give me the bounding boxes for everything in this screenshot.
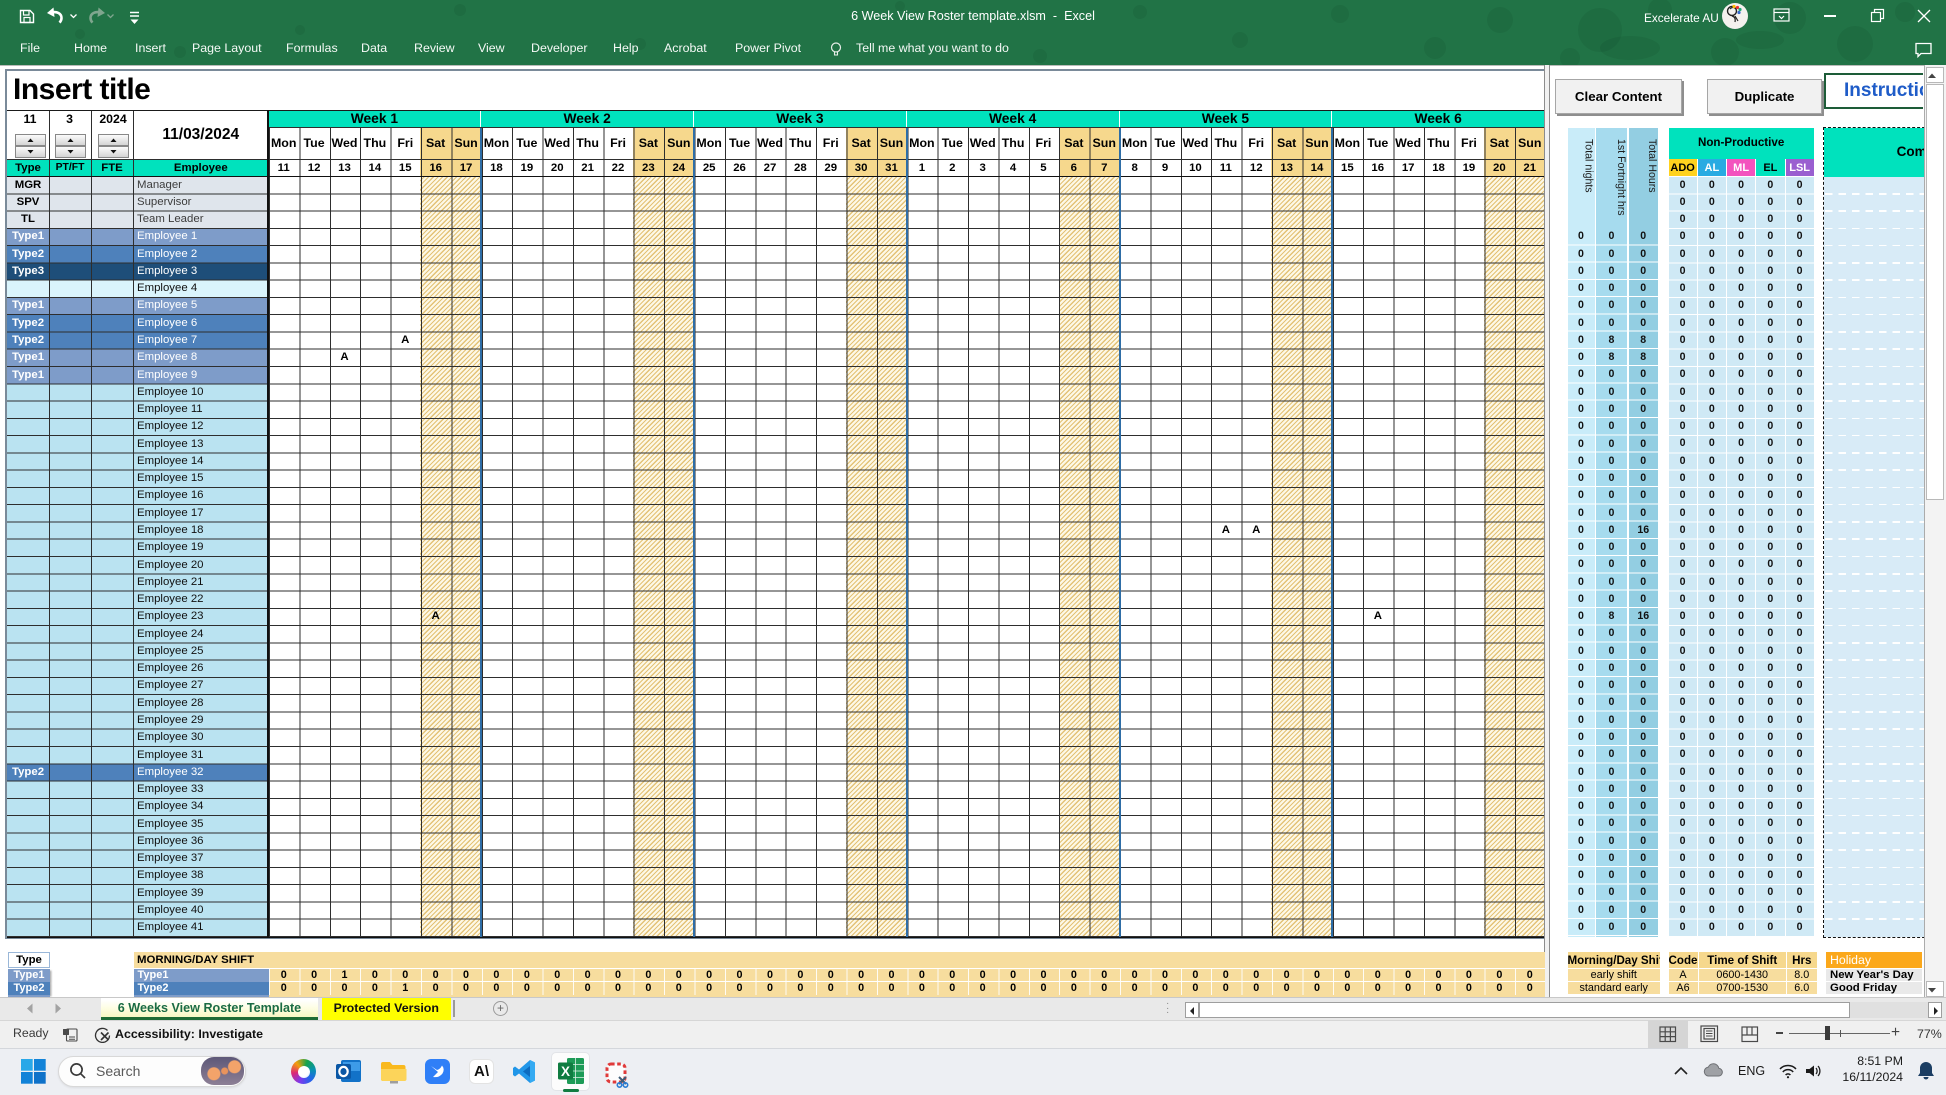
svg-text:X: X [561, 1064, 570, 1079]
